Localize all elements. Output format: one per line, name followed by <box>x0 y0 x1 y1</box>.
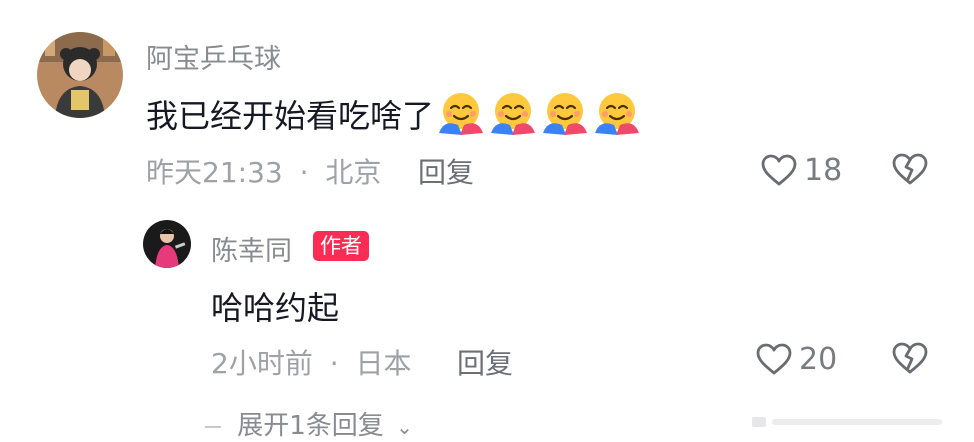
author-badge: 作者 <box>313 231 369 261</box>
broken-heart-icon <box>892 342 928 374</box>
comment-reply-button[interactable]: 回复 <box>418 151 474 191</box>
hugging-face-emoji <box>540 89 590 139</box>
heart-outline-icon <box>756 343 792 375</box>
hugging-face-emoji <box>488 89 538 139</box>
hugging-face-emoji <box>436 89 486 139</box>
comment-text-row: 我已经开始看吃啥了 <box>146 88 642 140</box>
comment-like-button[interactable]: 18 <box>760 150 842 190</box>
avatar-reply-author[interactable] <box>143 220 191 268</box>
comment-text: 我已经开始看吃啥了 <box>146 97 435 135</box>
expand-replies-label: 展开1条回复 <box>237 411 384 441</box>
line-divider <box>205 425 221 428</box>
reply-like-count: 20 <box>799 341 838 377</box>
reply-meta: 2小时前 · 日本 <box>211 342 412 382</box>
hugging-face-emoji <box>592 89 642 139</box>
comment-like-count: 18 <box>804 152 843 188</box>
meta-separator: · <box>299 156 309 189</box>
reply-reply-button[interactable]: 回复 <box>457 342 513 382</box>
reply-like-button[interactable]: 20 <box>755 339 837 379</box>
watermark <box>752 414 952 428</box>
meta-separator: · <box>329 347 339 380</box>
comment-time: 昨天21:33 <box>146 156 283 189</box>
comment-location: 北京 <box>325 156 382 189</box>
broken-heart-icon <box>892 153 928 185</box>
comment-username[interactable]: 阿宝乒乓球 <box>146 37 281 76</box>
comment-meta: 昨天21:33 · 北京 <box>146 151 381 191</box>
avatar-comment-user[interactable] <box>37 32 123 118</box>
expand-replies-button[interactable]: 展开1条回复 ⌄ <box>205 405 413 442</box>
comment-dislike-button[interactable] <box>891 152 929 186</box>
reply-location: 日本 <box>355 347 412 380</box>
reply-dislike-button[interactable] <box>891 341 929 375</box>
heart-outline-icon <box>761 154 797 186</box>
chevron-down-icon: ⌄ <box>396 415 413 439</box>
reply-username[interactable]: 陈幸同 <box>211 229 292 268</box>
reply-text: 哈哈约起 <box>211 289 340 327</box>
reply-time: 2小时前 <box>211 347 313 380</box>
